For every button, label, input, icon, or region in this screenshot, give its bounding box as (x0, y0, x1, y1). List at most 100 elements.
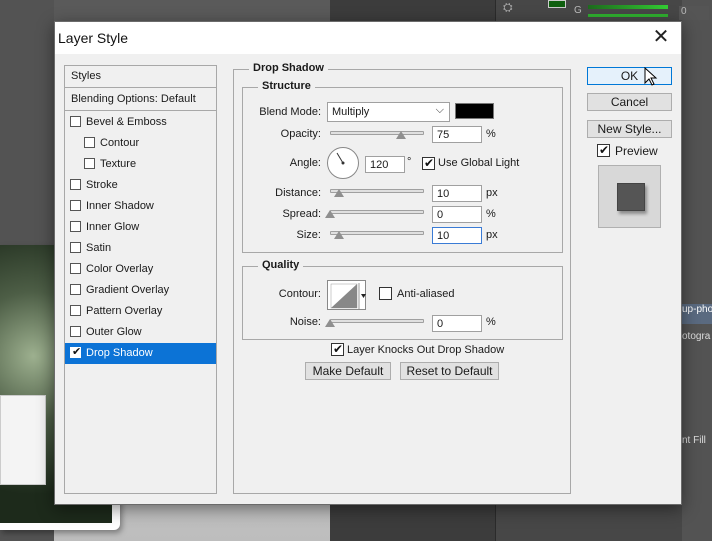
gradient-overlay-checkbox[interactable] (70, 284, 81, 295)
angle-input[interactable]: 120 (365, 156, 405, 173)
color-overlay-checkbox[interactable] (70, 263, 81, 274)
knockout-checkbox[interactable]: ✔ (331, 342, 344, 356)
make-default-button[interactable]: Make Default (305, 362, 391, 380)
opacity-input[interactable]: 75 (432, 126, 482, 143)
quality-group (242, 266, 563, 340)
distance-slider[interactable] (330, 189, 424, 193)
style-item-contour[interactable]: Contour (65, 133, 216, 154)
pattern-overlay-checkbox[interactable] (70, 305, 81, 316)
layer-style-dialog: Layer Style ✕ Styles Blending Options: D… (54, 21, 682, 505)
distance-label: Distance: (275, 187, 321, 199)
drop-shadow-title: Drop Shadow (249, 62, 328, 74)
opacity-label: Opacity: (280, 128, 321, 140)
angle-indicator-icon (336, 152, 345, 165)
style-item-inner-shadow[interactable]: Inner Shadow (65, 196, 216, 217)
style-item-label: Bevel & Emboss (86, 116, 167, 128)
style-list: Styles Blending Options: Default Bevel &… (64, 65, 217, 494)
stroke-checkbox[interactable] (70, 179, 81, 190)
style-item-drop-shadow[interactable]: ✔ Drop Shadow (65, 343, 216, 364)
reset-to-default-button[interactable]: Reset to Default (400, 362, 499, 380)
style-item-stroke[interactable]: Stroke (65, 175, 216, 196)
bevel-emboss-checkbox[interactable] (70, 116, 81, 127)
style-item-label: Inner Glow (86, 221, 140, 233)
style-item-satin[interactable]: Satin (65, 238, 216, 259)
size-label: Size: (296, 229, 321, 241)
checkmark-icon: ✔ (424, 156, 435, 170)
style-item-label: Texture (100, 158, 137, 170)
layer-item: otogra (682, 331, 711, 342)
style-item-label: Inner Shadow (86, 200, 154, 212)
style-item-label: Stroke (86, 179, 118, 191)
layer-item: nt Fill (682, 435, 706, 446)
layers-panel-strip (682, 0, 712, 541)
style-item-pattern-overlay[interactable]: Pattern Overlay (65, 301, 216, 322)
ok-button[interactable]: OK (587, 67, 672, 85)
inner-shadow-checkbox[interactable] (70, 200, 81, 211)
spread-slider[interactable] (330, 210, 424, 214)
size-slider-thumb[interactable] (334, 231, 344, 239)
global-light-checkbox[interactable]: ✔ (422, 156, 435, 170)
noise-input[interactable]: 0 (432, 315, 482, 332)
blend-mode-select[interactable]: Multiply ⌵ (327, 102, 450, 122)
color-channel-label: G (574, 5, 582, 16)
style-item-outer-glow[interactable]: Outer Glow (65, 322, 216, 343)
texture-checkbox[interactable] (84, 158, 95, 169)
cancel-button[interactable]: Cancel (587, 93, 672, 111)
preview-label: Preview (615, 144, 658, 158)
contour-label: Contour: (278, 288, 321, 300)
noise-slider[interactable] (330, 319, 424, 323)
foreground-color-swatch (548, 0, 566, 8)
shadow-color-swatch[interactable] (455, 103, 494, 119)
structure-title: Structure (258, 80, 315, 92)
preview-swatch (617, 183, 645, 211)
style-item-inner-glow[interactable]: Inner Glow (65, 217, 216, 238)
noise-unit: % (486, 316, 496, 328)
preview-checkbox[interactable]: ✔ (597, 143, 610, 157)
opacity-unit: % (486, 128, 496, 140)
drop-shadow-checkbox[interactable]: ✔ (70, 346, 81, 358)
blend-mode-value: Multiply (332, 106, 370, 118)
green-channel-slider (588, 5, 668, 9)
style-item-texture[interactable]: Texture (65, 154, 216, 175)
quality-title: Quality (258, 259, 304, 271)
distance-unit: px (486, 187, 498, 199)
color-channel-value: 0 (679, 6, 709, 20)
styles-header[interactable]: Styles (65, 66, 216, 88)
style-item-label: Pattern Overlay (86, 305, 163, 317)
blending-options-item[interactable]: Blending Options: Default (65, 89, 216, 111)
noise-slider-thumb[interactable] (325, 319, 335, 327)
size-input[interactable]: 10 (432, 227, 482, 244)
panel-tool-icon: ⛭ (503, 0, 513, 14)
anti-aliased-checkbox[interactable] (379, 287, 392, 300)
style-item-label: Outer Glow (86, 326, 142, 338)
close-icon[interactable]: ✕ (651, 27, 671, 47)
contour-checkbox[interactable] (84, 137, 95, 148)
satin-checkbox[interactable] (70, 242, 81, 253)
style-item-label: Drop Shadow (86, 347, 153, 359)
style-item-bevel-emboss[interactable]: Bevel & Emboss (65, 112, 216, 133)
anti-aliased-label: Anti-aliased (397, 288, 455, 300)
angle-dial[interactable] (327, 147, 359, 179)
style-item-gradient-overlay[interactable]: Gradient Overlay (65, 280, 216, 301)
new-style-button[interactable]: New Style... (587, 120, 672, 138)
style-item-label: Color Overlay (86, 263, 154, 275)
chevron-down-icon: ⌵ (435, 104, 444, 116)
distance-slider-thumb[interactable] (334, 189, 344, 197)
blend-mode-label: Blend Mode: (259, 106, 321, 118)
outer-glow-checkbox[interactable] (70, 326, 81, 337)
size-slider[interactable] (330, 231, 424, 235)
opacity-slider-thumb[interactable] (396, 131, 406, 139)
mouse-cursor-icon (644, 67, 658, 86)
angle-unit: ° (407, 156, 412, 168)
spread-input[interactable]: 0 (432, 206, 482, 223)
opacity-slider[interactable] (330, 131, 424, 135)
layer-item: up-pho (682, 304, 712, 324)
inner-glow-checkbox[interactable] (70, 221, 81, 232)
style-item-color-overlay[interactable]: Color Overlay (65, 259, 216, 280)
style-preview (598, 165, 661, 228)
checkmark-icon: ✔ (333, 342, 344, 356)
spread-slider-thumb[interactable] (325, 210, 335, 218)
distance-input[interactable]: 10 (432, 185, 482, 202)
green-channel-slider-bar (588, 14, 668, 17)
contour-picker[interactable] (327, 280, 366, 310)
